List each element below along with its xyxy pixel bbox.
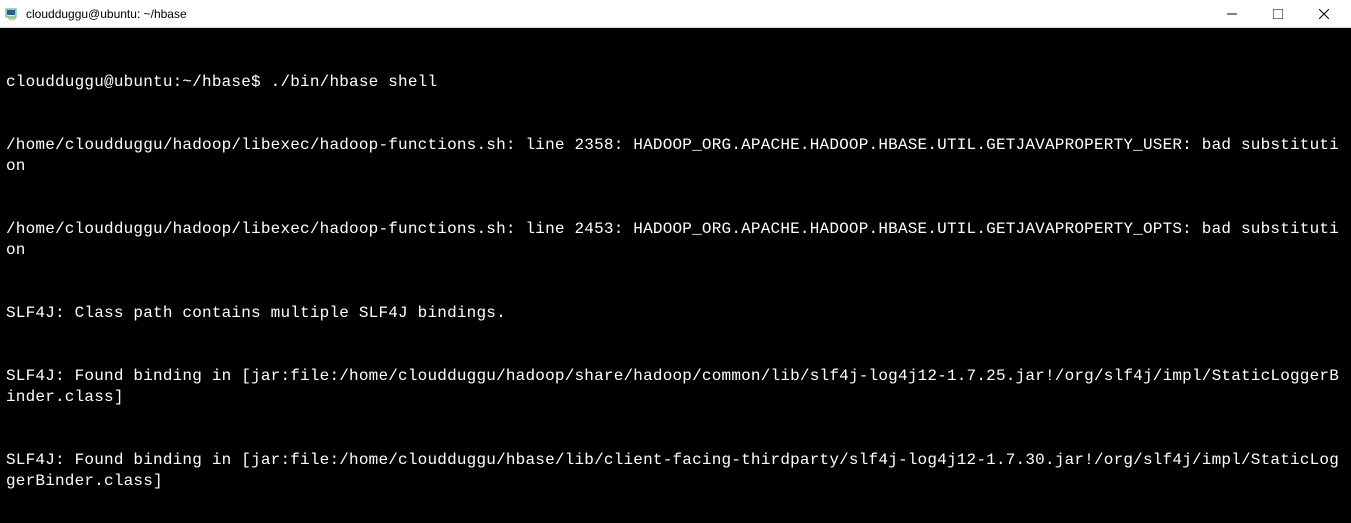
- terminal-line: SLF4J: Class path contains multiple SLF4…: [6, 303, 1345, 324]
- terminal-line: /home/cloudduggu/hadoop/libexec/hadoop-f…: [6, 219, 1345, 261]
- terminal-area[interactable]: cloudduggu@ubuntu:~/hbase$ ./bin/hbase s…: [0, 28, 1351, 523]
- putty-icon: [4, 6, 20, 22]
- terminal-line: cloudduggu@ubuntu:~/hbase$ ./bin/hbase s…: [6, 72, 1345, 93]
- terminal-line: /home/cloudduggu/hadoop/libexec/hadoop-f…: [6, 135, 1345, 177]
- terminal-line: SLF4J: Found binding in [jar:file:/home/…: [6, 450, 1345, 492]
- close-button[interactable]: [1301, 0, 1347, 28]
- maximize-button[interactable]: [1255, 0, 1301, 28]
- minimize-button[interactable]: [1209, 0, 1255, 28]
- window-title: cloudduggu@ubuntu: ~/hbase: [26, 7, 1209, 21]
- window-controls: [1209, 0, 1347, 28]
- title-bar: cloudduggu@ubuntu: ~/hbase: [0, 0, 1351, 28]
- terminal-line: SLF4J: Found binding in [jar:file:/home/…: [6, 366, 1345, 408]
